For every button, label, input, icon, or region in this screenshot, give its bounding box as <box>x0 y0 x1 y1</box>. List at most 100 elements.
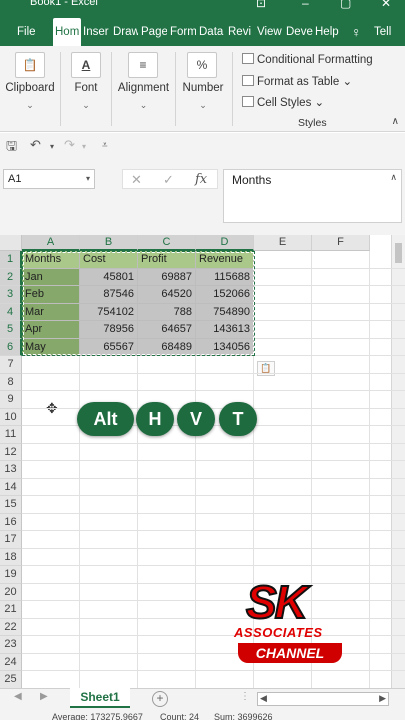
table-cell[interactable]: 64657 <box>138 321 196 339</box>
table-cell[interactable]: Apr <box>22 321 80 339</box>
table-cell[interactable]: 152066 <box>196 286 254 304</box>
minimize-icon[interactable]: – <box>302 0 309 10</box>
column-header[interactable]: B <box>80 235 138 251</box>
row-header[interactable]: 21 <box>0 601 22 619</box>
row-header[interactable]: 18 <box>0 548 22 566</box>
ribbon-display-icon[interactable]: ⊡ <box>256 0 266 10</box>
row-header[interactable]: 14 <box>0 478 22 496</box>
enter-icon[interactable]: ✓ <box>163 172 174 188</box>
tab-home[interactable]: Hom <box>53 18 81 46</box>
lightbulb-icon[interactable]: ♀ <box>351 18 365 46</box>
chevron-down-icon[interactable]: ▾ <box>86 170 90 188</box>
paste-options-icon[interactable]: 📋 <box>257 361 275 376</box>
column-header[interactable]: A <box>22 235 80 251</box>
table-cell[interactable]: 115688 <box>196 268 254 286</box>
row-header[interactable]: 6 <box>0 338 22 356</box>
alignment-group[interactable]: ≡ Alignment ⌄ <box>112 46 175 132</box>
table-cell[interactable]: 754890 <box>196 303 254 321</box>
row-header[interactable]: 2 <box>0 268 22 286</box>
table-cell[interactable]: 69887 <box>138 268 196 286</box>
format-as-table-button[interactable]: Format as Table ⌄ <box>242 74 352 88</box>
table-cell[interactable]: Mar <box>22 303 80 321</box>
row-header[interactable]: 22 <box>0 618 22 636</box>
row-header[interactable]: 23 <box>0 636 22 654</box>
cell-styles-button[interactable]: Cell Styles ⌄ <box>242 95 324 109</box>
tab-formulas[interactable]: Form <box>170 18 196 46</box>
tab-help[interactable]: Help <box>315 18 342 46</box>
tab-file[interactable]: File <box>17 18 41 46</box>
cancel-icon[interactable]: ✕ <box>131 172 142 188</box>
row-header[interactable]: 10 <box>0 408 22 426</box>
table-cell[interactable]: 788 <box>138 303 196 321</box>
table-cell[interactable]: 87546 <box>80 286 138 304</box>
insert-function-icon[interactable]: fx <box>195 172 207 187</box>
tab-data[interactable]: Data <box>199 18 226 46</box>
tab-insert[interactable]: Inser <box>83 18 110 46</box>
row-header[interactable]: 15 <box>0 496 22 514</box>
tab-page-layout[interactable]: Page <box>141 18 167 46</box>
collapse-formula-icon[interactable]: ∧ <box>390 172 397 183</box>
row-header[interactable]: 12 <box>0 443 22 461</box>
row-header[interactable]: 1 <box>0 251 22 269</box>
conditional-formatting-button[interactable]: Conditional Formatting <box>242 53 373 66</box>
horizontal-scrollbar[interactable]: ◀ ▶ <box>257 692 389 706</box>
table-cell[interactable]: 68489 <box>138 338 196 356</box>
chevron-down-icon[interactable]: ▾ <box>50 142 54 151</box>
column-header[interactable]: E <box>254 235 312 251</box>
column-header[interactable]: F <box>312 235 370 251</box>
row-header[interactable]: 17 <box>0 531 22 549</box>
row-header[interactable]: 11 <box>0 426 22 444</box>
name-box[interactable]: A1 ▾ <box>3 169 95 189</box>
restore-icon[interactable]: ▢ <box>340 0 351 10</box>
table-cell[interactable]: 754102 <box>80 303 138 321</box>
next-sheet-icon[interactable]: ▶ <box>40 691 48 702</box>
table-header-cell[interactable]: Profit <box>138 251 196 269</box>
number-group[interactable]: % Number ⌄ <box>176 46 230 132</box>
table-cell[interactable]: 64520 <box>138 286 196 304</box>
collapse-ribbon-icon[interactable]: ∧ <box>392 116 399 127</box>
tab-draw[interactable]: Draw <box>113 18 138 46</box>
customize-toolbar-icon[interactable]: ⩡ <box>102 140 108 151</box>
scroll-left-icon[interactable]: ◀ <box>260 693 267 704</box>
tab-view[interactable]: View <box>257 18 284 46</box>
table-cell[interactable]: 134056 <box>196 338 254 356</box>
tab-developer[interactable]: Deve <box>286 18 313 46</box>
row-header[interactable]: 8 <box>0 373 22 391</box>
tab-tell-me[interactable]: Tell <box>374 18 405 46</box>
close-icon[interactable]: ✕ <box>381 0 391 10</box>
scroll-thumb[interactable] <box>395 243 402 263</box>
row-header[interactable]: 24 <box>0 653 22 671</box>
table-cell[interactable]: 65567 <box>80 338 138 356</box>
row-header[interactable]: 7 <box>0 356 22 374</box>
font-group[interactable]: A Font ⌄ <box>61 46 111 132</box>
row-header[interactable]: 25 <box>0 671 22 689</box>
table-cell[interactable]: 45801 <box>80 268 138 286</box>
table-cell[interactable]: May <box>22 338 80 356</box>
clipboard-group[interactable]: 📋 Clipboard ⌄ <box>0 46 60 132</box>
row-header[interactable]: 20 <box>0 583 22 601</box>
undo-icon[interactable]: ↶ <box>30 137 41 153</box>
tab-review[interactable]: Revi <box>228 18 254 46</box>
row-header[interactable]: 9 <box>0 391 22 409</box>
row-header[interactable]: 16 <box>0 513 22 531</box>
save-icon[interactable]: 🖫 <box>6 137 17 159</box>
column-header[interactable]: C <box>138 235 196 251</box>
row-header[interactable]: 3 <box>0 286 22 304</box>
table-header-cell[interactable]: Revenue <box>196 251 254 269</box>
chevron-down-icon[interactable]: ▾ <box>82 142 86 151</box>
table-header-cell[interactable]: Months <box>22 251 80 269</box>
table-header-cell[interactable]: Cost <box>80 251 138 269</box>
more-options-icon[interactable]: ⋮ <box>240 691 250 702</box>
scroll-right-icon[interactable]: ▶ <box>379 693 386 704</box>
table-cell[interactable]: 78956 <box>80 321 138 339</box>
row-header[interactable]: 13 <box>0 461 22 479</box>
column-header[interactable]: D <box>196 235 254 251</box>
prev-sheet-icon[interactable]: ◀ <box>14 691 22 702</box>
redo-icon[interactable]: ↷ <box>64 137 75 153</box>
table-cell[interactable]: 143613 <box>196 321 254 339</box>
table-cell[interactable]: Jan <box>22 268 80 286</box>
row-header[interactable]: 19 <box>0 566 22 584</box>
row-header[interactable]: 5 <box>0 321 22 339</box>
select-all-corner[interactable] <box>0 235 22 251</box>
row-header[interactable]: 4 <box>0 303 22 321</box>
